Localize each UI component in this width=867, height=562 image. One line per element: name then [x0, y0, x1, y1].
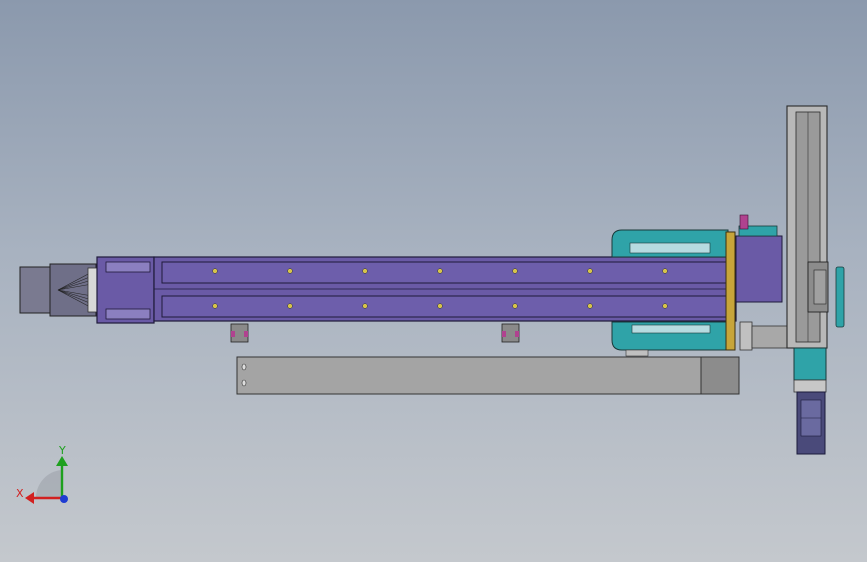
vertical-linear-module[interactable]: [786, 105, 845, 455]
horizontal-servo-motor: [19, 263, 99, 317]
3d-viewport[interactable]: Y X: [0, 0, 867, 562]
cad-model[interactable]: [0, 0, 867, 562]
rail-lower-slot: [161, 295, 729, 318]
triad-y-label: Y: [59, 444, 66, 457]
base-plate[interactable]: [236, 356, 740, 395]
orientation-triad: [25, 456, 68, 504]
triad-x-label: X: [16, 487, 24, 500]
vertical-servo-motor: [796, 391, 826, 455]
vertical-guide-bar: [835, 266, 845, 328]
rail-clamp-left: [230, 323, 249, 343]
rail-upper-slot: [161, 261, 729, 284]
rail-clamp-right: [501, 323, 520, 343]
